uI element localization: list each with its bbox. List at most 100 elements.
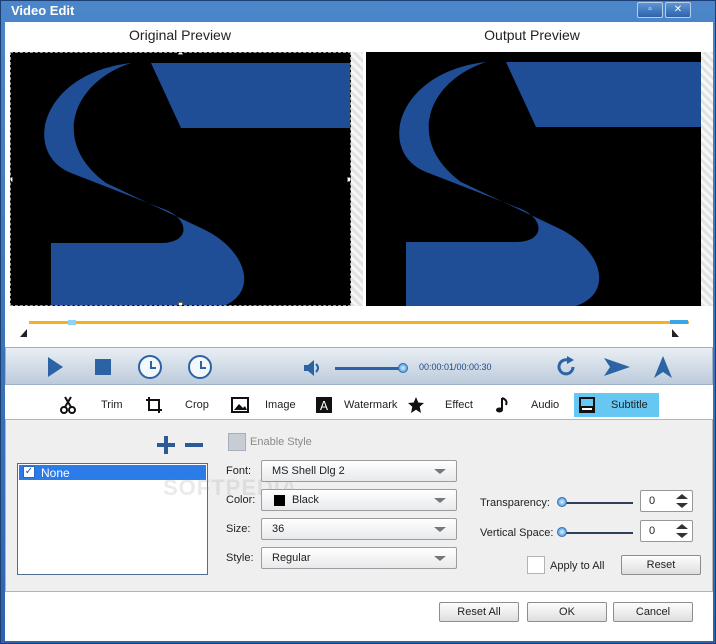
image-icon [231, 397, 249, 413]
crop-icon [146, 397, 162, 413]
svg-text:A: A [320, 399, 329, 413]
volume-slider[interactable] [335, 367, 403, 370]
s-logo-original [44, 63, 350, 305]
subtitle-item-label: None [41, 466, 70, 480]
music-note-icon [496, 397, 508, 413]
star-icon [408, 397, 424, 413]
style-select[interactable]: Regular [261, 547, 457, 569]
scissors-icon [60, 396, 76, 414]
transparency-spinbox[interactable]: 0 [640, 490, 693, 512]
add-subtitle-plus-icon[interactable] [156, 435, 176, 455]
tab-trim-label: Trim [101, 399, 123, 411]
transparency-slider-knob[interactable] [557, 497, 567, 507]
remove-subtitle-minus-icon[interactable] [184, 435, 204, 455]
client-area: Original Preview Output Preview 00:00:01… [5, 22, 713, 641]
size-label: Size: [226, 523, 251, 535]
time-readout: 00:00:01/00:00:30 [419, 362, 492, 372]
timeline-end-marker[interactable] [670, 320, 688, 324]
reset-all-button[interactable]: Reset All [439, 602, 519, 622]
font-value: MS Shell Dlg 2 [272, 465, 345, 477]
transparency-slider[interactable] [562, 502, 633, 504]
end-time-clock-icon[interactable] [188, 355, 212, 379]
timeline-position-marker[interactable] [68, 320, 76, 325]
tab-audio-label: Audio [531, 399, 560, 411]
s-logo-output [399, 62, 706, 306]
crop-handle-bottom[interactable] [178, 302, 183, 305]
trim-end-handle[interactable] [672, 329, 679, 337]
video-edit-window: Video Edit ▫ ✕ Original Preview Output P… [0, 0, 716, 644]
tab-image-label: Image [265, 399, 296, 411]
vertical-space-spinbox[interactable]: 0 [640, 520, 693, 542]
chevron-down-icon [434, 527, 446, 532]
style-label: Style: [226, 552, 254, 564]
color-select[interactable]: Black [261, 489, 457, 511]
crop-handle-top[interactable] [178, 53, 183, 55]
style-value: Regular [272, 552, 311, 564]
spin-up-icon[interactable] [676, 494, 688, 499]
spin-down-icon[interactable] [676, 503, 688, 508]
chevron-down-icon [434, 556, 446, 561]
tab-image[interactable]: Image [227, 393, 312, 417]
rotate-icon[interactable] [554, 355, 578, 379]
tab-effect[interactable]: Effect [405, 393, 490, 417]
crop-handle-left[interactable] [11, 177, 13, 182]
reset-button[interactable]: Reset [621, 555, 701, 575]
timeline-track[interactable] [29, 321, 689, 324]
vertical-space-value: 0 [649, 525, 656, 537]
tab-crop-label: Crop [185, 399, 209, 411]
volume-knob[interactable] [398, 363, 408, 373]
font-label: Font: [226, 465, 252, 477]
window-title: Video Edit [11, 3, 75, 18]
size-select[interactable]: 36 [261, 518, 457, 540]
vertical-space-slider-knob[interactable] [557, 527, 567, 537]
color-label: Color: [226, 494, 256, 506]
tab-effect-label: Effect [445, 399, 473, 411]
play-icon[interactable] [48, 357, 63, 377]
chevron-down-icon [434, 498, 446, 503]
start-time-clock-icon[interactable] [138, 355, 162, 379]
flip-vertical-icon[interactable] [653, 355, 673, 379]
watermark-icon: A [316, 397, 332, 413]
spin-up-icon[interactable] [676, 524, 688, 529]
original-preview-label: Original Preview [129, 27, 231, 43]
tab-trim[interactable]: Trim [55, 393, 140, 417]
cancel-button[interactable]: Cancel [613, 602, 693, 622]
close-icon: ✕ [673, 4, 683, 15]
tab-subtitle-label: Subtitle [611, 399, 648, 411]
maximize-button[interactable]: ▫ [637, 2, 663, 18]
transparency-value: 0 [649, 495, 656, 507]
tab-subtitle[interactable]: Subtitle [574, 393, 659, 417]
spin-down-icon[interactable] [676, 533, 688, 538]
ok-button[interactable]: OK [527, 602, 607, 622]
preview-divider [351, 52, 363, 306]
tab-audio[interactable]: Audio [492, 393, 572, 417]
vertical-space-label: Vertical Space: [480, 527, 554, 539]
output-preview-label: Output Preview [484, 27, 580, 43]
apply-to-all-label: Apply to All [550, 560, 605, 572]
subtitle-checkbox[interactable]: ✓ [23, 466, 35, 478]
edit-tab-bar: Trim Crop Image A Watermark Effect Audio… [5, 391, 713, 418]
tab-crop[interactable]: Crop [143, 393, 228, 417]
vertical-space-slider[interactable] [562, 532, 633, 534]
speaker-icon[interactable] [302, 359, 322, 377]
output-preview [366, 52, 706, 306]
stop-icon[interactable] [95, 359, 111, 375]
trim-start-handle[interactable] [20, 329, 27, 337]
font-select[interactable]: MS Shell Dlg 2 [261, 460, 457, 482]
color-value: Black [292, 494, 319, 506]
title-bar: Video Edit ▫ ✕ [1, 1, 715, 21]
close-button[interactable]: ✕ [665, 2, 691, 18]
original-preview[interactable] [10, 52, 351, 306]
preview-edge [701, 52, 713, 306]
flip-horizontal-icon[interactable] [603, 357, 631, 377]
playback-controls: 00:00:01/00:00:30 [5, 347, 713, 385]
apply-to-all-checkbox[interactable] [527, 556, 545, 574]
maximize-icon: ▫ [648, 4, 652, 15]
transparency-label: Transparency: [480, 497, 550, 509]
tab-watermark[interactable]: A Watermark [313, 393, 408, 417]
size-value: 36 [272, 523, 285, 535]
enable-style-label: Enable Style [250, 436, 312, 448]
enable-style-checkbox[interactable] [228, 433, 246, 451]
subtitle-panel: ✓ None Enable Style SOFTPEDIA Font: MS S… [5, 419, 713, 592]
chevron-down-icon [434, 469, 446, 474]
